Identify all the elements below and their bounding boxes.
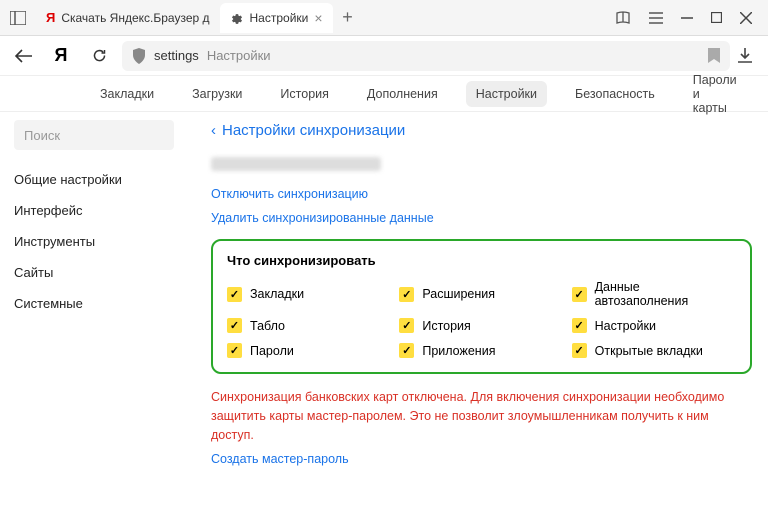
tab-label: Настройки [250, 11, 309, 25]
sync-label: Открытые вкладки [595, 344, 703, 358]
sync-label: Закладки [250, 287, 304, 301]
sidebar-item-tools[interactable]: Инструменты [14, 226, 185, 257]
bookmark-icon[interactable] [708, 48, 720, 63]
navtab-history[interactable]: История [270, 81, 338, 107]
reader-mode-icon[interactable] [615, 11, 631, 25]
sync-label: Пароли [250, 344, 294, 358]
shield-icon [132, 48, 146, 64]
sync-label: История [422, 319, 470, 333]
sync-label: Настройки [595, 319, 656, 333]
sync-item-passwords: Пароли [227, 343, 391, 358]
search-placeholder: Поиск [24, 128, 60, 143]
sidebar-item-system[interactable]: Системные [14, 288, 185, 319]
gear-icon [230, 11, 244, 25]
sync-item-apps: Приложения [399, 343, 563, 358]
tab-settings[interactable]: Настройки × [220, 3, 333, 33]
address-path: Настройки [207, 48, 271, 63]
sync-item-extensions: Расширения [399, 280, 563, 308]
cards-sync-warning: Синхронизация банковских карт отключена.… [211, 388, 752, 444]
checkbox[interactable] [572, 343, 587, 358]
sync-item-open-tabs: Открытые вкладки [572, 343, 736, 358]
address-input[interactable]: settings Настройки [122, 41, 730, 71]
sync-item-bookmarks: Закладки [227, 280, 391, 308]
close-icon[interactable]: × [314, 10, 322, 26]
minimize-button[interactable] [681, 12, 693, 24]
checkbox[interactable] [227, 318, 242, 333]
navtab-settings[interactable]: Настройки [466, 81, 547, 107]
sync-heading: Что синхронизировать [227, 253, 736, 268]
menu-icon[interactable] [649, 12, 663, 24]
create-master-password-link[interactable]: Создать мастер-пароль [211, 452, 752, 466]
sync-item-tableau: Табло [227, 318, 391, 333]
account-email-blurred [211, 157, 381, 171]
checkbox[interactable] [399, 343, 414, 358]
sync-item-history: История [399, 318, 563, 333]
disable-sync-link[interactable]: Отключить синхронизацию [211, 187, 752, 201]
checkbox[interactable] [399, 318, 414, 333]
address-host: settings [154, 48, 199, 63]
tab-yandex-download[interactable]: Я Скачать Яндекс.Браузер д [36, 3, 220, 33]
sync-item-autofill: Данные автозаполнения [572, 280, 736, 308]
maximize-button[interactable] [711, 12, 722, 23]
checkbox[interactable] [572, 287, 587, 302]
back-button[interactable] [8, 41, 38, 71]
checkbox[interactable] [572, 318, 587, 333]
title-bar: Я Скачать Яндекс.Браузер д Настройки × + [0, 0, 768, 36]
delete-sync-data-link[interactable]: Удалить синхронизированные данные [211, 211, 752, 225]
close-button[interactable] [740, 12, 752, 24]
yandex-icon: Я [46, 10, 55, 25]
download-icon[interactable] [738, 48, 752, 64]
yandex-logo[interactable]: Я [46, 41, 76, 71]
sync-label: Приложения [422, 344, 495, 358]
sync-label: Данные автозаполнения [595, 280, 736, 308]
navtab-downloads[interactable]: Загрузки [182, 81, 252, 107]
sync-options-box: Что синхронизировать Закладки Расширения… [211, 239, 752, 374]
checkbox[interactable] [227, 287, 242, 302]
address-bar: Я settings Настройки [0, 36, 768, 76]
sidebar-item-sites[interactable]: Сайты [14, 257, 185, 288]
reload-button[interactable] [84, 41, 114, 71]
sidebar-item-general[interactable]: Общие настройки [14, 164, 185, 195]
search-input[interactable]: Поиск [14, 120, 174, 150]
sync-item-settings: Настройки [572, 318, 736, 333]
settings-sidebar: Поиск Общие настройки Интерфейс Инструме… [0, 112, 185, 524]
navtab-security[interactable]: Безопасность [565, 81, 665, 107]
settings-nav: Закладки Загрузки История Дополнения Нас… [0, 76, 768, 112]
navtab-devices[interactable]: Другие устройства [765, 74, 768, 114]
navtab-addons[interactable]: Дополнения [357, 81, 448, 107]
settings-content: ‹ Настройки синхронизации Отключить синхр… [185, 112, 768, 524]
tab-label: Скачать Яндекс.Браузер д [61, 11, 209, 25]
sync-label: Расширения [422, 287, 495, 301]
panel-toggle-icon[interactable] [0, 0, 36, 36]
page-title[interactable]: ‹ Настройки синхронизации [211, 122, 752, 139]
checkbox[interactable] [399, 287, 414, 302]
navtab-bookmarks[interactable]: Закладки [90, 81, 164, 107]
checkbox[interactable] [227, 343, 242, 358]
page-title-text: Настройки синхронизации [222, 122, 405, 139]
sidebar-item-interface[interactable]: Интерфейс [14, 195, 185, 226]
sync-label: Табло [250, 319, 285, 333]
new-tab-button[interactable]: + [333, 7, 363, 28]
chevron-left-icon: ‹ [211, 122, 216, 139]
